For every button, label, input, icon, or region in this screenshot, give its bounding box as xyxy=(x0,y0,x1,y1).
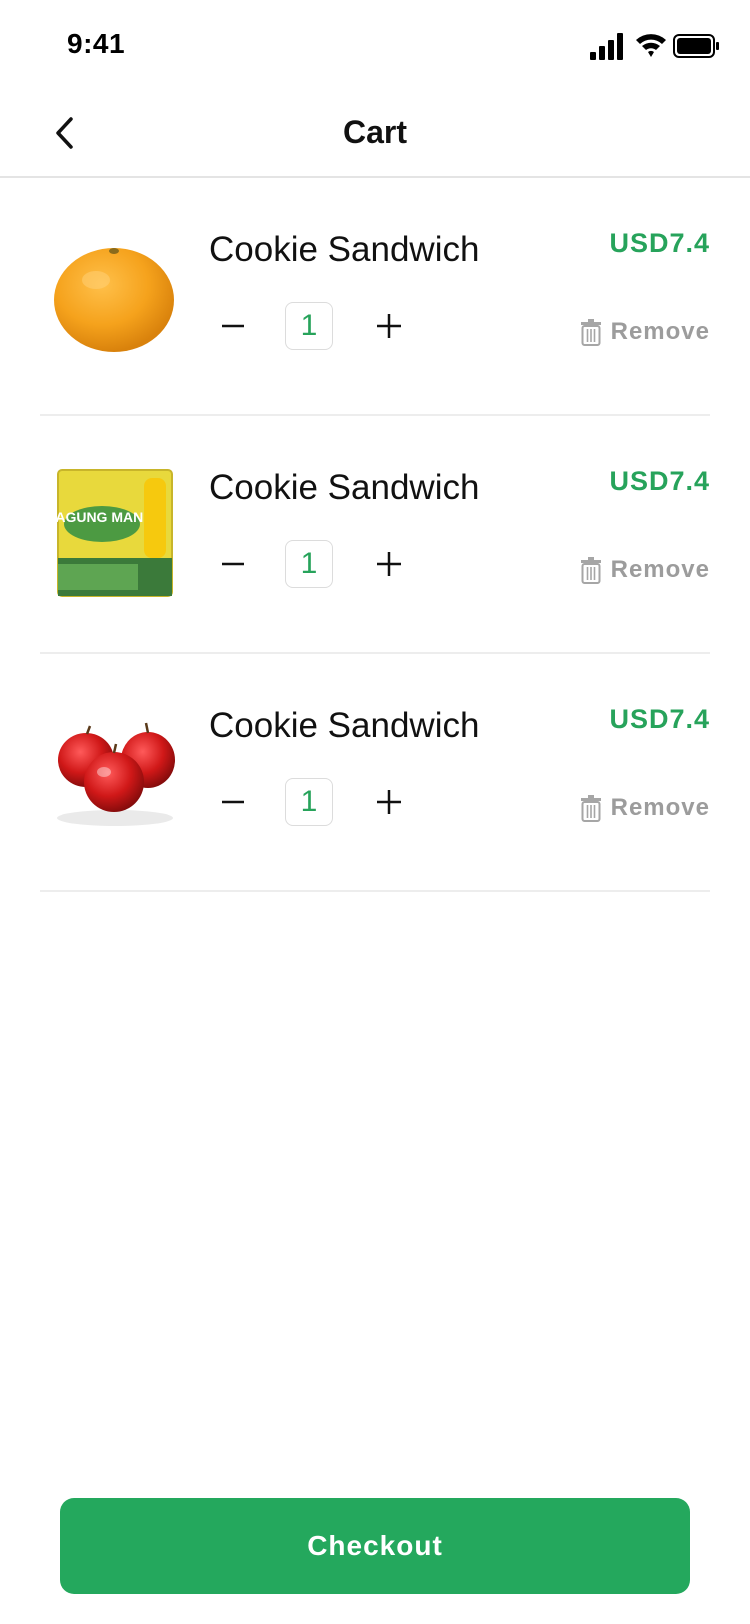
decrease-quantity-button[interactable] xyxy=(209,778,257,826)
trash-icon xyxy=(580,557,601,584)
cellular-signal-icon xyxy=(590,33,623,60)
quantity-stepper: 1 xyxy=(209,778,429,826)
bag-label: JAGUNG MANIS xyxy=(50,509,156,525)
wifi-icon xyxy=(636,34,666,57)
increase-quantity-button[interactable] xyxy=(365,302,413,350)
cart-item: Cookie Sandwich USD7.4 1 Remove xyxy=(40,654,710,892)
quantity-value[interactable]: 1 xyxy=(285,540,333,588)
trash-icon xyxy=(580,795,601,822)
plus-icon xyxy=(377,314,401,338)
cart-item: Cookie Sandwich USD7.4 1 Remove xyxy=(40,178,710,416)
quantity-stepper: 1 xyxy=(209,302,429,350)
quantity-value[interactable]: 1 xyxy=(285,302,333,350)
minus-icon xyxy=(222,800,244,804)
minus-icon xyxy=(222,324,244,328)
remove-button[interactable]: Remove xyxy=(579,318,710,346)
remove-button[interactable]: Remove xyxy=(579,794,710,822)
corn-snack-bag-image: JAGUNG MANIS xyxy=(50,469,173,597)
cart-list: Cookie Sandwich USD7.4 1 Remove JAGUNG M… xyxy=(0,178,750,892)
quantity-value[interactable]: 1 xyxy=(285,778,333,826)
remove-label: Remove xyxy=(610,556,710,583)
product-name: Cookie Sandwich xyxy=(209,468,480,507)
decrease-quantity-button[interactable] xyxy=(209,540,257,588)
increase-quantity-button[interactable] xyxy=(365,778,413,826)
product-name: Cookie Sandwich xyxy=(209,230,480,269)
remove-label: Remove xyxy=(610,318,710,345)
remove-button[interactable]: Remove xyxy=(579,556,710,584)
battery-icon xyxy=(673,34,719,58)
decrease-quantity-button[interactable] xyxy=(209,302,257,350)
orange-image xyxy=(54,248,174,352)
trash-icon xyxy=(580,319,601,346)
red-apples-image xyxy=(57,722,175,826)
product-price: USD7.4 xyxy=(609,466,710,496)
minus-icon xyxy=(222,562,244,566)
page-title: Cart xyxy=(342,114,407,150)
product-price: USD7.4 xyxy=(609,228,710,258)
product-price: USD7.4 xyxy=(609,704,710,734)
increase-quantity-button[interactable] xyxy=(365,540,413,588)
checkout-button[interactable]: Checkout xyxy=(60,1498,690,1594)
cart-item: JAGUNG MANIS Cookie Sandwich USD7.4 1 Re… xyxy=(40,416,710,654)
navigation-bar: Cart xyxy=(0,90,750,178)
plus-icon xyxy=(377,790,401,814)
status-time: 9:41 xyxy=(67,28,126,59)
remove-label: Remove xyxy=(610,794,710,821)
status-icons xyxy=(590,33,719,60)
plus-icon xyxy=(377,552,401,576)
status-bar: 9:41 xyxy=(0,0,750,90)
quantity-stepper: 1 xyxy=(209,540,429,588)
product-name: Cookie Sandwich xyxy=(209,706,480,745)
